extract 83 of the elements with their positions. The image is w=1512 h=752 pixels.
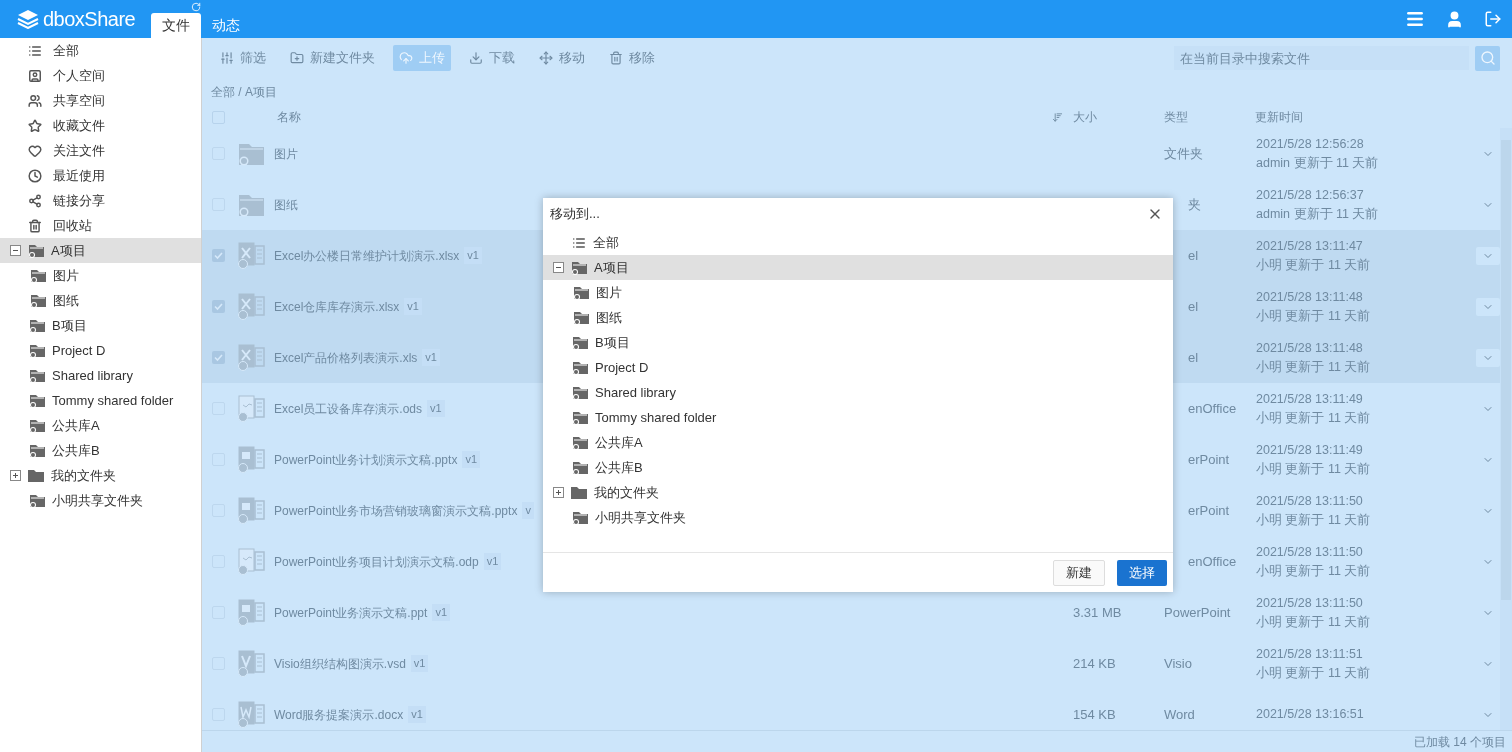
file-type: enOffice [1188, 400, 1237, 416]
folder-label: 公共库A [595, 433, 643, 452]
app-logo: dboxShare [43, 7, 136, 32]
version-tag: v1 [483, 553, 502, 570]
updated-by: 小明 更新于 11 天前 [1256, 256, 1372, 274]
nav-label: 共享空间 [53, 91, 105, 110]
folder-label: 图纸 [53, 291, 79, 310]
updated-by: 小明 更新于 11 天前 [1256, 562, 1372, 580]
folder-label: 公共库A [52, 416, 100, 435]
nav-label: 链接分享 [53, 191, 105, 210]
file-type: Visio [1164, 655, 1192, 671]
folder-label: 公共库B [52, 441, 100, 460]
update-time: 2021/5/28 13:11:49 [1256, 441, 1364, 459]
version-tag: v1 [427, 400, 445, 417]
version-tag: v1 [462, 451, 480, 468]
breadcrumb: 全部 / A项目 [211, 84, 277, 101]
file-size: 214 KB [1073, 655, 1116, 671]
nav-label: 个人空间 [53, 66, 105, 85]
nav-label: 收藏文件 [53, 116, 105, 135]
file-type: el [1188, 298, 1199, 314]
nav-label: 回收站 [53, 216, 92, 235]
file-type: Word [1164, 706, 1195, 722]
update-time: 2021/5/28 13:11:47 [1256, 237, 1364, 255]
folder-label: Tommy shared folder [52, 391, 174, 410]
nav-label: 全部 [53, 41, 79, 60]
folder-label: 全部 [593, 233, 619, 252]
updated-by: 小明 更新于 11 天前 [1256, 307, 1372, 325]
update-time: 2021/5/28 13:11:48 [1256, 288, 1364, 306]
file-size: 3.31 MB [1073, 604, 1122, 620]
folder-label: 我的文件夹 [51, 466, 116, 485]
file-type: erPoint [1188, 502, 1230, 518]
updated-by: 小明 更新于 11 天前 [1256, 409, 1372, 427]
version-tag: v1 [422, 349, 440, 366]
version-tag: v1 [408, 706, 426, 723]
version-tag: v1 [410, 655, 429, 672]
file-type: 夹 [1188, 196, 1201, 212]
updated-by: 小明 更新于 11 天前 [1256, 358, 1372, 376]
version-tag: v1 [432, 604, 450, 621]
file-type: 文件夹 [1164, 145, 1203, 161]
file-type: erPoint [1188, 451, 1230, 467]
version-tag: v1 [404, 298, 422, 315]
folder-label: 图片 [596, 283, 622, 302]
update-time: 2021/5/28 12:56:28 [1256, 135, 1365, 153]
folder-label: 我的文件夹 [594, 483, 659, 502]
folder-label: Project D [52, 341, 106, 360]
nav-label: 最近使用 [53, 166, 105, 185]
file-type: PowerPoint [1164, 604, 1231, 620]
updated-by: 小明 更新于 11 天前 [1256, 460, 1372, 478]
folder-label: B项目 [595, 333, 630, 352]
nav-label: 关注文件 [53, 141, 105, 160]
folder-label: A项目 [594, 258, 629, 277]
update-time: 2021/5/28 13:11:50 [1256, 543, 1364, 561]
update-time: 2021/5/28 13:11:50 [1256, 492, 1364, 510]
folder-label: Project D [595, 358, 649, 377]
folder-label: 图片 [53, 266, 79, 285]
updated-by: 小明 更新于 11 天前 [1256, 613, 1372, 631]
updated-by: admin 更新于 11 天前 [1256, 205, 1380, 223]
file-size: 154 KB [1073, 706, 1116, 722]
file-type: el [1188, 349, 1199, 365]
folder-label: Shared library [595, 383, 676, 402]
folder-label: 图纸 [596, 308, 622, 327]
updated-by: 小明 更新于 11 天前 [1256, 511, 1372, 529]
update-time: 2021/5/28 13:11:50 [1256, 594, 1364, 612]
folder-label: 公共库B [595, 458, 643, 477]
update-time: 2021/5/28 12:56:37 [1256, 186, 1365, 204]
dialog-title: 移动到... [550, 205, 601, 224]
status-text: 已加载 14 个项目 [1414, 733, 1506, 751]
folder-label: Shared library [52, 366, 133, 385]
version-tag: v [522, 502, 534, 519]
updated-by: 小明 更新于 11 天前 [1256, 664, 1372, 682]
folder-label: 小明共享文件夹 [52, 491, 143, 510]
folder-label: 小明共享文件夹 [595, 508, 686, 527]
folder-label: B项目 [52, 316, 87, 335]
update-time: 2021/5/28 13:16:51 [1256, 706, 1365, 723]
update-time: 2021/5/28 13:11:51 [1256, 645, 1364, 663]
updated-by: admin 更新于 11 天前 [1256, 154, 1380, 172]
update-time: 2021/5/28 13:11:49 [1256, 390, 1364, 408]
file-type: el [1188, 247, 1199, 263]
update-time: 2021/5/28 13:11:48 [1256, 339, 1364, 357]
version-tag: v1 [464, 247, 482, 264]
folder-label: A项目 [51, 241, 86, 260]
folder-label: Tommy shared folder [595, 408, 717, 427]
file-type: enOffice [1188, 553, 1237, 569]
